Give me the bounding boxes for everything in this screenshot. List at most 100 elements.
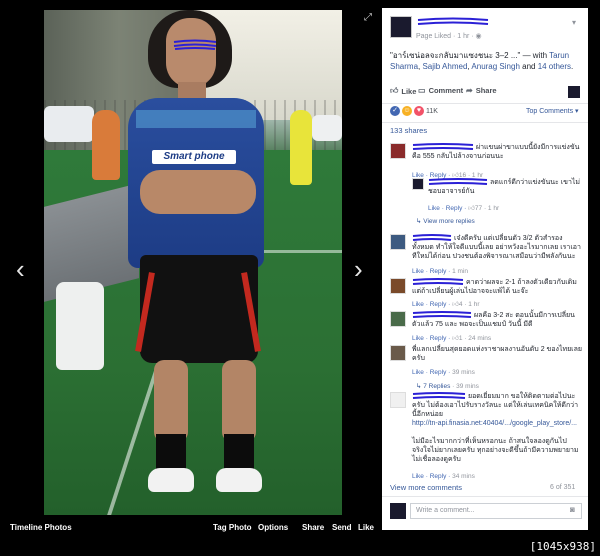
background-person [92, 110, 120, 180]
photo-viewer: Smart phone ‹ › ⤢ Timeline Photos Tag Ph… [0, 0, 380, 538]
chevron-right-icon[interactable]: › [354, 256, 363, 282]
options-button[interactable]: Options [258, 523, 288, 532]
comment-actions[interactable]: Like · Reply · [412, 369, 452, 376]
player-crossed-arms [140, 170, 256, 214]
view-more-replies-label: View more replies [423, 218, 475, 225]
share-icon: ➦ [466, 86, 473, 95]
comment-text: เจ๋งดีครับ แต่เปลี่ยนตัว 3/2 ตัวสำรองทั้… [412, 235, 581, 260]
post-comment-button[interactable]: ▭ Comment [418, 86, 463, 95]
comment-text-continued: ไม่มีอะไรมากกว่าที่เห็นหรอกนะ ถ้าสนใจลอง… [412, 438, 579, 463]
comment-actions[interactable]: Like · Reply · [412, 268, 452, 275]
replies-count: 7 Replies [423, 383, 451, 390]
post-meta: Page Liked · 1 hr · ◉ [416, 32, 482, 40]
comment-input[interactable]: Write a comment... [410, 503, 582, 519]
like-reaction-icon: ✓ [390, 106, 400, 116]
tagged-others-link[interactable]: 14 others [538, 62, 571, 71]
replies-time: · 39 mins [450, 383, 479, 390]
tagged-user-link[interactable]: Anurag Singh [471, 62, 519, 71]
background-car [44, 106, 94, 142]
player-shoe [216, 468, 262, 492]
post-meta-text: Page Liked · 1 hr · [416, 33, 476, 40]
comment-meta: Like · Reply · 1 min [412, 268, 468, 275]
background-car [312, 115, 342, 141]
comment-actions[interactable]: Like · Reply · [412, 335, 452, 342]
reaction-count: 11K [426, 107, 438, 115]
player-shoe [148, 468, 194, 492]
divider [382, 496, 588, 497]
view-more-replies[interactable]: ↳ View more replies [416, 217, 475, 225]
comment-icon: ▭ [418, 86, 426, 95]
comment-text: คาดว่าผลจะ 2-1 ถ้าลงตัวเดียวกับเดิม แต่ถ… [412, 279, 577, 295]
page-avatar[interactable] [390, 16, 412, 38]
comment-time: 34 mins [452, 473, 475, 480]
avatar[interactable] [390, 345, 406, 361]
jersey-stripe [136, 110, 256, 128]
player-shorts [140, 255, 258, 363]
comment-text: ลดแกร์ดีกว่าแข่งขันนะ เขาไม่ชอบอาจารย์กั… [428, 179, 581, 195]
comment-text: ยอดเยี่ยมมาก ขอให้ติดตามต่อไปนะครับ ไม่ต… [412, 393, 579, 418]
post-like-button[interactable]: 👍︎ Like [390, 86, 416, 96]
thumbs-up-icon: 👍︎ [452, 301, 459, 308]
comment-time: 1 min [452, 268, 469, 275]
replies-link[interactable]: ↳ 7 Replies · 39 mins [416, 382, 479, 390]
shares-link[interactable]: 133 shares [390, 126, 427, 135]
comment-link[interactable]: http://tn-api.finasia.net:40404/.../goog… [412, 419, 582, 428]
photo[interactable]: Smart phone [44, 10, 342, 515]
like-button[interactable]: Like [358, 523, 374, 532]
comment-time: · 24 mins [462, 335, 492, 342]
redaction-scribble [173, 39, 217, 50]
view-more-comments-link[interactable]: View more comments [390, 483, 462, 492]
comment-meta: Like · Reply · 👍︎1 · 24 mins [412, 334, 491, 342]
haha-reaction-icon: ☺ [402, 106, 412, 116]
share-button[interactable]: Share [302, 523, 324, 532]
expand-icon[interactable]: ⤢ [364, 12, 372, 23]
player-face [166, 18, 216, 88]
avatar[interactable] [390, 234, 406, 250]
comment-meta: Like · Reply · 👍︎4 · 1 hr [412, 300, 480, 308]
player-leg [222, 360, 256, 442]
post-as-avatar[interactable] [568, 86, 580, 98]
avatar[interactable] [390, 392, 406, 408]
comment-sort-dropdown[interactable]: Top Comments ▾ [526, 107, 579, 115]
comment-count: 6 of 351 [550, 484, 576, 491]
avatar[interactable] [390, 311, 406, 327]
thumbs-up-icon: 👍︎ [452, 335, 459, 342]
comment-meta: Like · Reply · 👍︎77 · 1 hr [428, 204, 499, 212]
comment-meta: Like · Reply · 34 mins [412, 473, 475, 480]
comment-actions[interactable]: Like · Reply · [412, 301, 452, 308]
post-caption: "อาร์เซน่อลจะกลับมาแซงชนะ 3–2 ..." — wit… [390, 51, 574, 71]
comment-actions[interactable]: Like · Reply · [412, 473, 452, 480]
album-link[interactable]: Timeline Photos [10, 523, 72, 532]
comment-text: พี่แลกเปลี่ยนสุดยอดแห่งราชาผลงานอันดับ 2… [412, 346, 582, 362]
jersey-sponsor: Smart phone [152, 150, 236, 164]
thumbs-up-icon: 👍︎ [390, 86, 399, 95]
post-panel: Page Liked · 1 hr · ◉ ▾ "อาร์เซน่อลจะกลั… [382, 8, 588, 530]
avatar[interactable] [390, 143, 406, 159]
divider [382, 103, 588, 104]
post-and: and [519, 62, 538, 71]
watermark: [1045x938] https://upic.me/ [437, 538, 600, 556]
tagged-user-link[interactable]: Sajib Ahmed [422, 62, 467, 71]
post-quote: "อาร์เซน่อลจะกลับมาแซงชนะ 3–2 ..." [390, 51, 521, 60]
post-share-button[interactable]: ➦ Share [466, 86, 497, 95]
comment-actions[interactable]: Like · Reply · [428, 205, 468, 212]
photo-viewer-screen: Smart phone ‹ › ⤢ Timeline Photos Tag Ph… [0, 0, 600, 556]
thumbs-up-icon: 👍︎ [468, 205, 475, 212]
post-with: — with [520, 51, 550, 60]
chevron-left-icon[interactable]: ‹ [16, 256, 25, 282]
love-reaction-icon: ♥ [414, 106, 424, 116]
chevron-down-icon[interactable]: ▾ [572, 18, 576, 27]
comment-time: 39 mins [452, 369, 475, 376]
send-button[interactable]: Send [332, 523, 352, 532]
avatar[interactable] [412, 178, 424, 190]
redacted-page-name [417, 17, 489, 25]
camera-icon[interactable]: ◙ [570, 505, 575, 514]
current-user-avatar [390, 503, 406, 519]
comment-meta: Like · Reply · 39 mins [412, 369, 475, 376]
reactions-summary[interactable]: ✓ ☺ ♥ 11K [390, 106, 438, 116]
post-like-label: Like [401, 86, 417, 96]
water-jug [56, 282, 104, 370]
photo-viewer-toolbar: Timeline Photos Tag Photo Options Share … [0, 516, 380, 538]
avatar[interactable] [390, 278, 406, 294]
tag-photo-button[interactable]: Tag Photo [213, 523, 252, 532]
